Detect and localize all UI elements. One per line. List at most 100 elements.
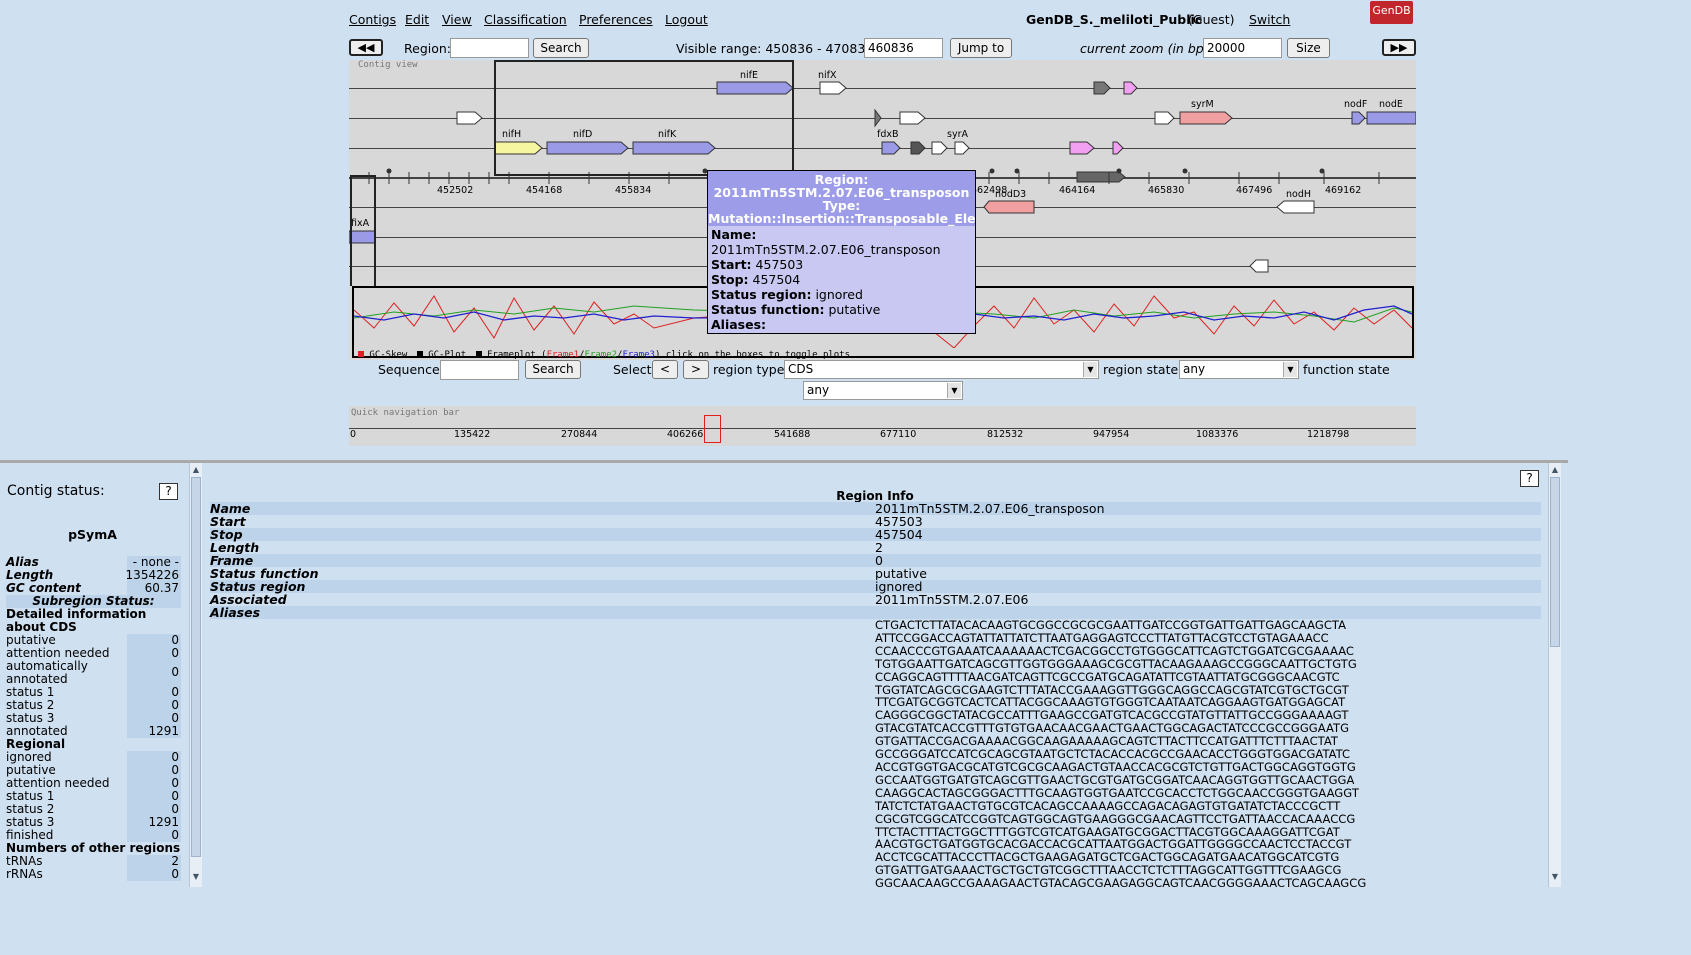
menu-contigs[interactable]: Contigs [349,12,396,27]
region-state-label: region state [1103,362,1179,377]
gene-arrow-nifX [819,81,847,95]
function-state-select[interactable]: any ▼ [803,381,963,400]
tooltip-header: Region: 2011mTn5STM.2.07.E06_transposon … [708,171,975,226]
left-panel-scrollbar[interactable]: ▲ ▼ [189,463,202,887]
region-label: Region: [404,41,452,56]
scale-tick-label: 469162 [1325,185,1362,196]
scale-tick-label: 467496 [1236,185,1273,196]
gc-plot-toggle[interactable] [416,351,423,357]
menu-logout[interactable]: Logout [665,12,708,27]
chevron-down-icon: ▼ [1283,362,1297,377]
menu-classification[interactable]: Classification [484,12,567,27]
select-prev-button[interactable]: < [652,360,678,379]
status-value: 0 [171,665,179,679]
gene-arrow-fdxB [881,141,901,155]
tooltip-body: Name: 2011mTn5STM.2.07.E06_transposon St… [708,226,975,333]
gene-arrow [1069,141,1095,155]
sequence-line: GCCAATGGTGATGTCAGCGTTGAACTGCGTGATGCGGATC… [875,772,1355,787]
sequence-line: CCAACCCGTGAAATCAAAAAACTCGACGGCCTGTGGGCAT… [875,643,1355,658]
feature-label: nifE [740,70,759,81]
feature-label: fdxB [877,129,899,140]
menu-bar: Contigs Edit View Classification Prefere… [349,10,1416,30]
size-button[interactable]: Size [1287,38,1330,58]
status-value: 0 [171,646,179,660]
feature-label: syrA [947,129,968,140]
status-row: finished 0 [6,829,181,842]
chevron-down-icon: ▼ [1083,362,1097,377]
feature-label: nodE [1379,99,1403,110]
sequence-line: CCAGGCAGTTTTAACGATCAGTTCGCCGATGCAGATATTC… [875,669,1340,684]
quick-nav-position-marker[interactable] [704,415,721,443]
region-info-help-button[interactable]: ? [1520,470,1539,487]
zoom-input[interactable]: 20000 [1203,38,1282,58]
gene-arrow [1154,111,1175,125]
scale-tick-label: 454168 [526,185,563,196]
region-state-select[interactable]: any ▼ [1179,360,1299,379]
region-input[interactable] [450,38,529,58]
gendb-logo: GenDB [1370,1,1413,24]
right-panel-scrollbar[interactable]: ▲ ▼ [1548,463,1561,887]
tooltip-aliases-label: Aliases: [711,317,767,332]
visible-range-label: Visible range: 450836 - 470836 [676,41,874,56]
scale-tick-label: 452502 [437,185,474,196]
jump-position-input[interactable]: 460836 [864,38,943,58]
gene-arrow-nifE [716,81,794,95]
sequence-line: TGTGGAATTGATCAGCGTTGGTGGGAAAGCGCGTTACAAG… [875,656,1357,671]
gene-arrow-nifK [632,141,716,155]
select-next-button[interactable]: > [683,360,709,379]
project-name: GenDB_S._meliloti_Public [1026,12,1203,27]
region-type-label: region type [713,362,785,377]
gene-arrow [1076,171,1126,183]
feature-label: nodF [1344,99,1368,110]
contig-status-panel: Contig status: ? pSymA Alias - none - Len… [0,463,189,887]
navigation-toolbar: ◀◀ Region: Search Visible range: 450836 … [349,38,1416,60]
scroll-right-button[interactable]: ▶▶ [1382,39,1416,56]
function-state-label: function state [1303,362,1390,377]
jump-to-button[interactable]: Jump to [950,38,1012,58]
contig-status-help-button[interactable]: ? [159,483,178,500]
status-key: finished [6,828,54,842]
legend-frame1: Frame1 [546,350,580,360]
status-row: automatically annotated 0 [6,660,181,686]
region-search-button[interactable]: Search [533,38,589,58]
status-value: 0 [171,828,179,842]
menu-preferences[interactable]: Preferences [579,12,653,27]
quick-navigation-bar[interactable]: Quick navigation bar 0 135422 270844 406… [349,406,1416,446]
frameplot-toggle[interactable] [475,351,482,357]
feature-label: nodH [1286,189,1312,200]
switch-link[interactable]: Switch [1249,12,1290,27]
tooltip-stop-value: 457504 [752,272,801,287]
gene-arrow-nifD [546,141,629,155]
sequence-search-button[interactable]: Search [525,360,581,379]
quick-nav-tick: 677110 [880,429,917,440]
contig-status-table: Alias - none - Length 1354226 GC content 60… [6,556,181,881]
scroll-down-icon[interactable]: ▼ [1549,870,1561,883]
region-state-value: any [1183,362,1206,376]
legend-gc-skew: GC-Skew [369,350,408,360]
status-key: annotated [6,724,68,738]
chevron-down-icon: ▼ [947,383,961,398]
gc-skew-toggle[interactable] [358,351,364,357]
scale-tick-label: 465830 [1148,185,1185,196]
scrollbar-thumb[interactable] [191,477,201,857]
gene-arrow [1112,141,1124,155]
scroll-down-icon[interactable]: ▼ [190,870,202,883]
gene-arrow [874,108,882,128]
scroll-up-icon[interactable]: ▲ [190,463,202,476]
gene-arrow-syrA [954,141,970,155]
sequence-line: ATTCCGGACCAGTATTATTATCTTAATGAGGAGTCCCTTA… [875,630,1329,645]
scroll-left-button[interactable]: ◀◀ [349,39,383,56]
menu-edit[interactable]: Edit [405,12,429,27]
gene-arrow [1123,81,1138,95]
menu-view[interactable]: View [442,12,472,27]
info-value: 2011mTn5STM.2.07.E06 [875,592,1029,607]
gene-arrow-nodD3 [983,200,1035,214]
scroll-up-icon[interactable]: ▲ [1549,463,1561,476]
region-type-select[interactable]: CDS ▼ [784,360,1099,379]
gene-arrow-nodH [1276,200,1315,214]
scrollbar-thumb[interactable] [1550,477,1560,647]
sequence-line: GGCAACAAGCCGAAAGAACTGTACAGCGAAGAGGCAGTCA… [875,876,1367,891]
plot-legend: GC-Skew GC-Plot Frameplot (Frame1/Frame2… [358,350,850,360]
tooltip-start-value: 457503 [755,257,804,272]
sequence-input[interactable] [440,360,519,380]
